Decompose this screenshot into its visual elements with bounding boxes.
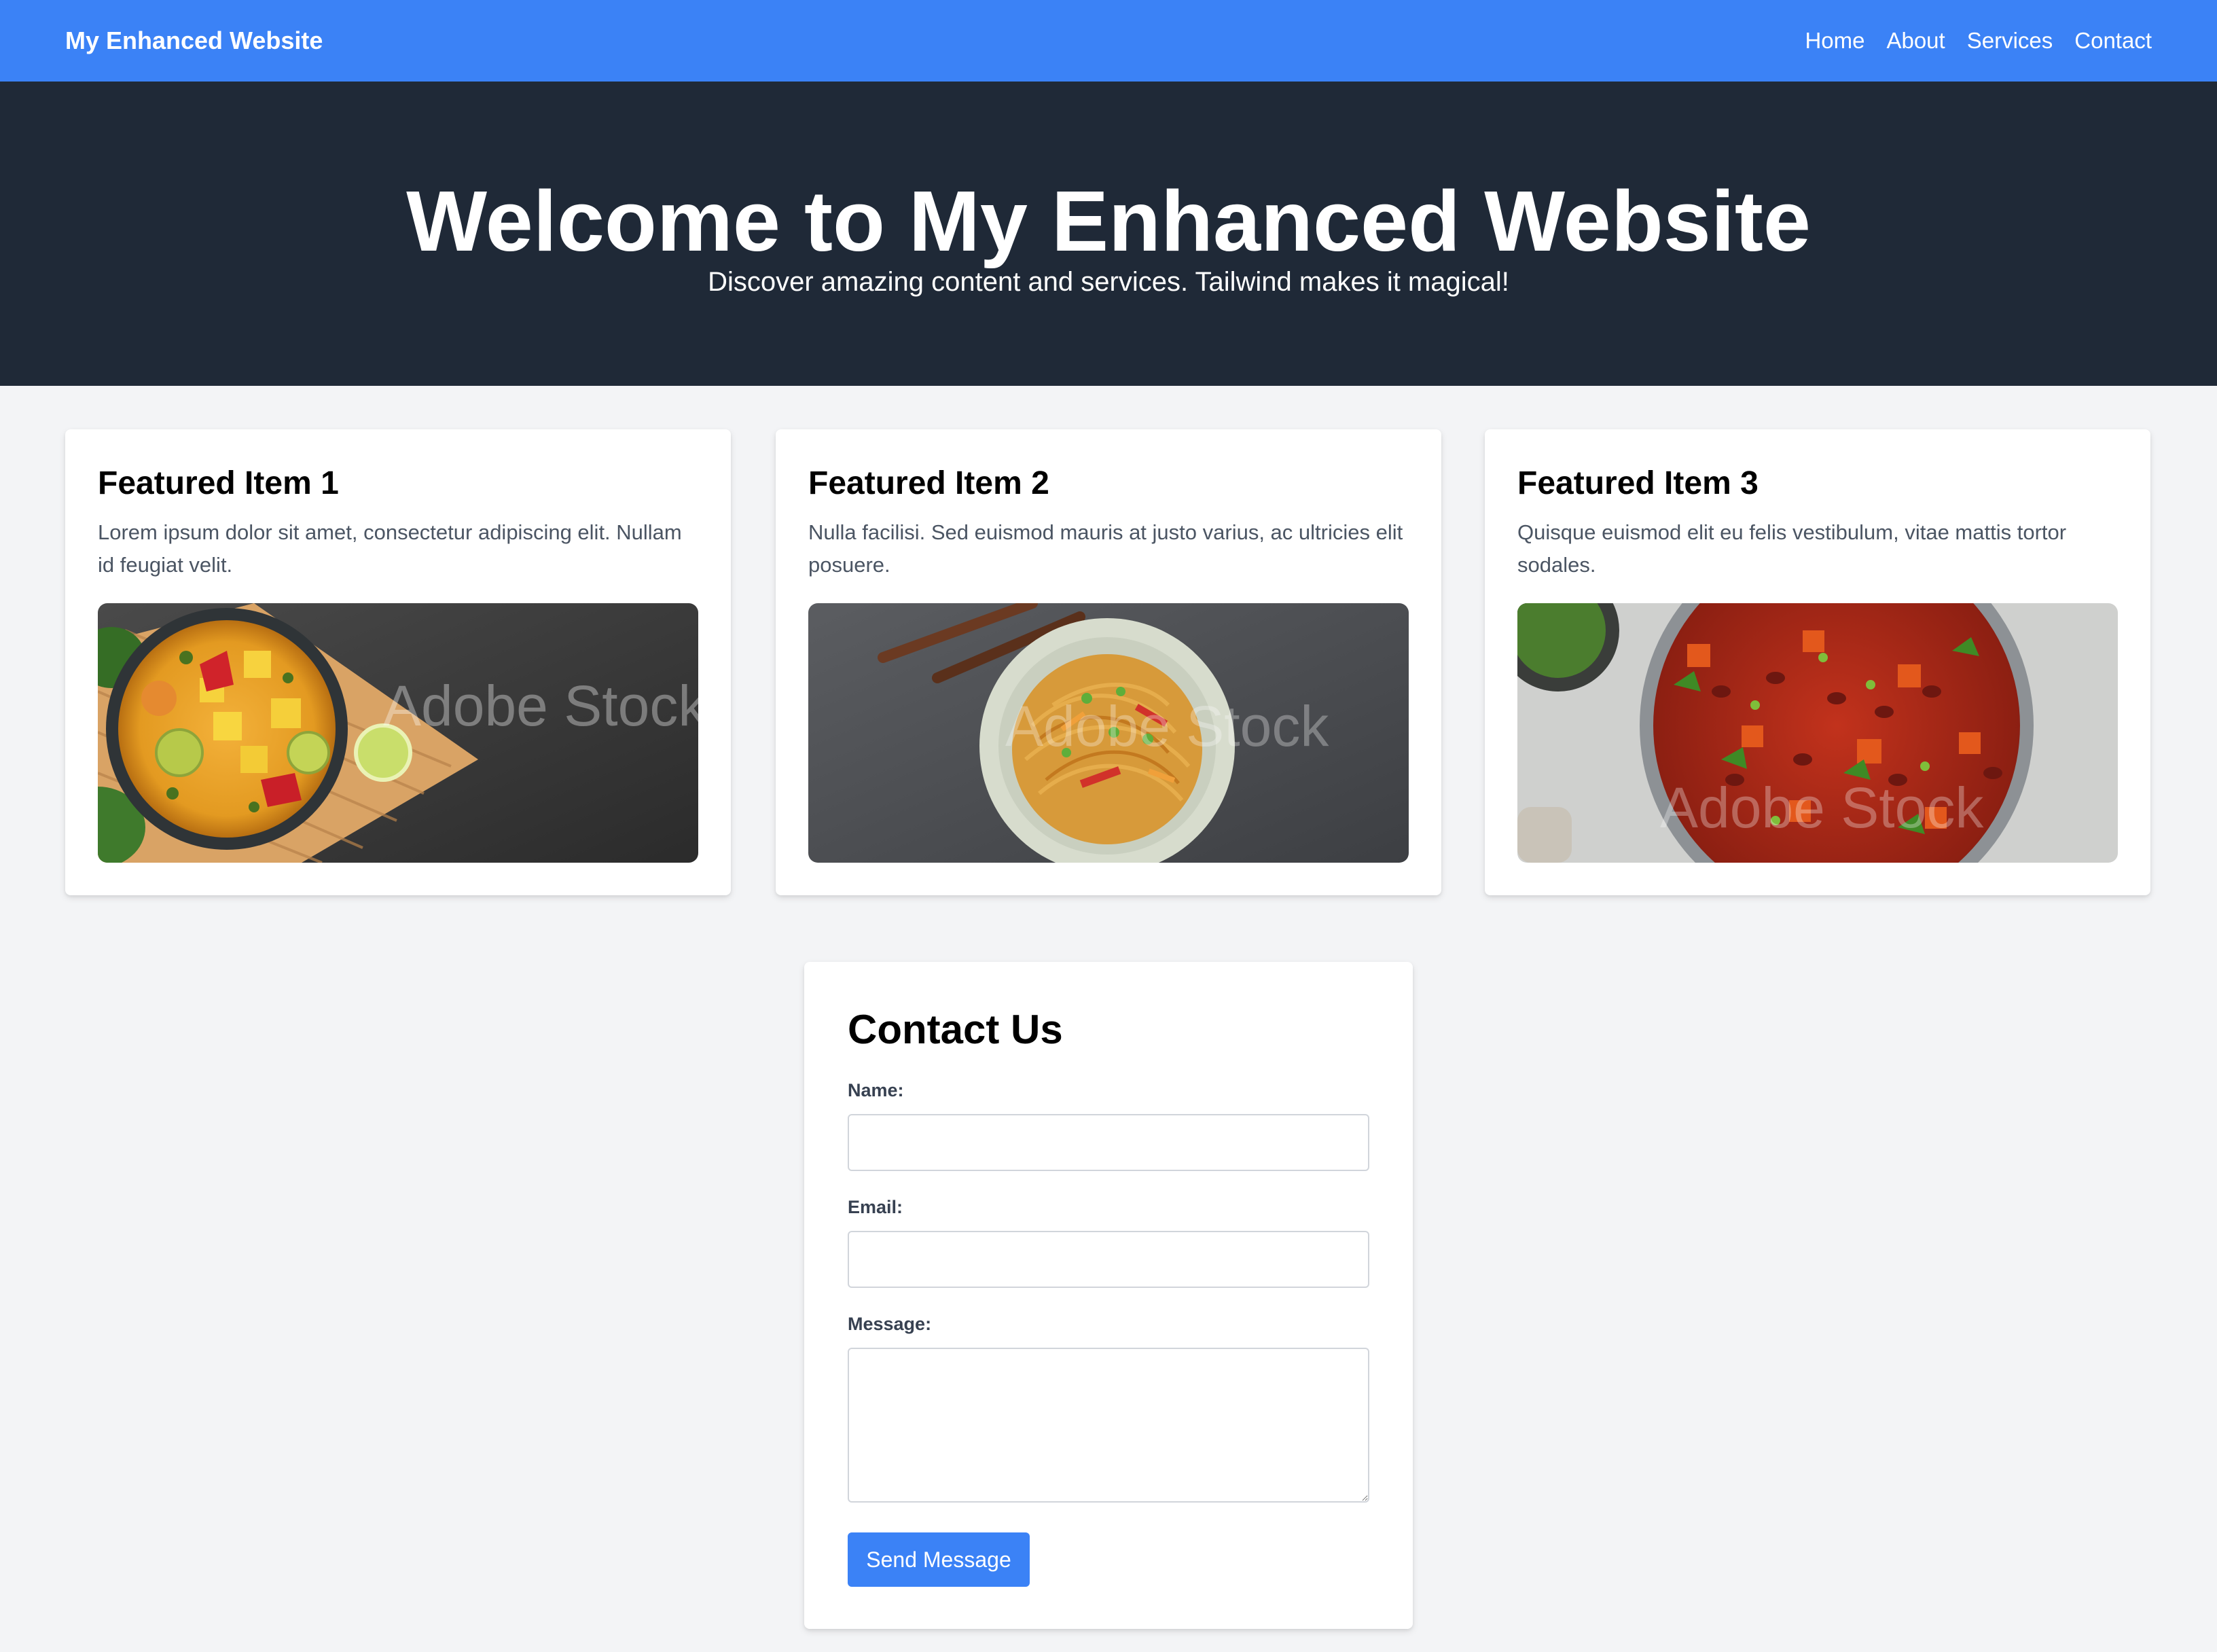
site-brand[interactable]: My Enhanced Website xyxy=(65,26,323,55)
card-description: Lorem ipsum dolor sit amet, consectetur … xyxy=(98,520,682,577)
curry-bowl-image: Adobe Stock xyxy=(98,603,698,863)
nav-link-contact[interactable]: Contact xyxy=(2074,28,2152,54)
card-description: Quisque euismod elit eu felis vestibulum… xyxy=(1517,520,2067,577)
email-field[interactable] xyxy=(848,1231,1369,1288)
nav-link-services[interactable]: Services xyxy=(1967,28,2053,54)
stock-watermark: Adobe Stock xyxy=(1660,776,1984,840)
bean-stew-pan-image: Adobe Stock xyxy=(1517,603,2118,863)
hero-subtitle: Discover amazing content and services. T… xyxy=(708,267,1509,297)
card-description: Nulla facilisi. Sed euismod mauris at ju… xyxy=(808,520,1403,577)
nav-link-about[interactable]: About xyxy=(1886,28,1945,54)
name-field[interactable] xyxy=(848,1114,1369,1171)
message-field[interactable] xyxy=(848,1348,1369,1503)
card-title: Featured Item 1 xyxy=(98,465,339,501)
contact-form-card: Contact Us Name: Email: Message: Send Me… xyxy=(804,962,1413,1629)
nav-link-home[interactable]: Home xyxy=(1805,28,1864,54)
featured-card-1: Featured Item 1 Lorem ipsum dolor sit am… xyxy=(65,429,731,895)
email-label: Email: xyxy=(848,1197,903,1217)
message-label: Message: xyxy=(848,1314,932,1334)
featured-card-3: Featured Item 3 Quisque euismod elit eu … xyxy=(1485,429,2150,895)
nav-links: Home About Services Contact xyxy=(1805,28,2152,54)
hero-section: Welcome to My Enhanced Website Discover … xyxy=(0,82,2217,386)
name-label: Name: xyxy=(848,1080,904,1100)
contact-title: Contact Us xyxy=(848,1007,1063,1052)
send-message-button[interactable]: Send Message xyxy=(848,1532,1030,1587)
card-title: Featured Item 2 xyxy=(808,465,1049,501)
hero-title: Welcome to My Enhanced Website xyxy=(406,173,1811,269)
stock-watermark: Adobe Stock xyxy=(1005,694,1329,758)
card-title: Featured Item 3 xyxy=(1517,465,1759,501)
top-navbar: My Enhanced Website Home About Services … xyxy=(0,0,2217,82)
stock-watermark: Adobe Stock xyxy=(383,674,698,738)
noodles-bowl-image: Adobe Stock xyxy=(808,603,1409,863)
featured-card-2: Featured Item 2 Nulla facilisi. Sed euis… xyxy=(776,429,1441,895)
